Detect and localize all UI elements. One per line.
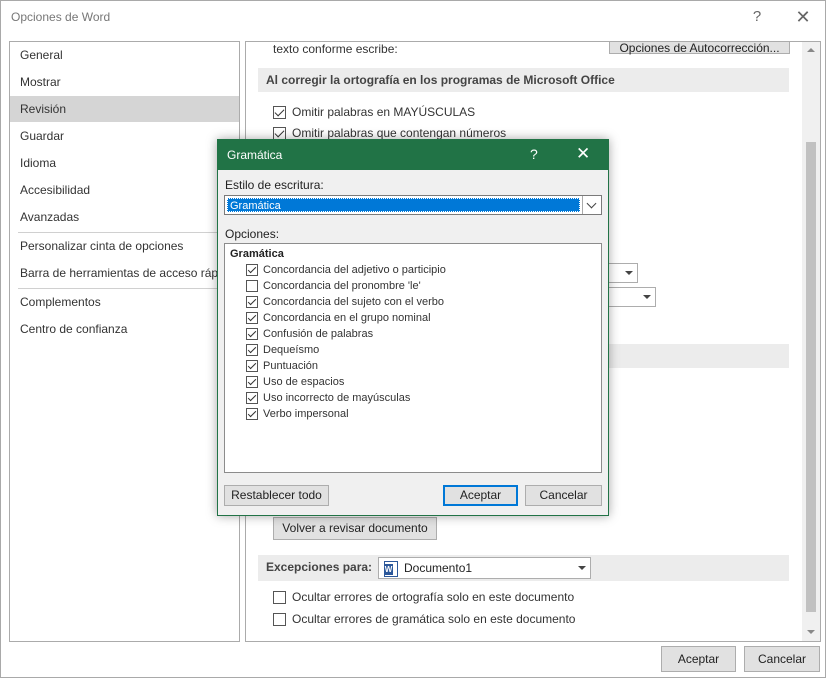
dialog-accept-button[interactable]: Aceptar	[443, 485, 518, 506]
option-hide-spelling-errors[interactable]: Ocultar errores de ortografía solo en es…	[273, 589, 574, 605]
obscured-section-header	[586, 344, 789, 368]
window-title: Opciones de Word	[11, 10, 111, 24]
option-label: Uso incorrecto de mayúsculas	[263, 392, 411, 404]
grammar-option[interactable]: Confusión de palabras	[246, 327, 373, 341]
grammar-option[interactable]: Concordancia del adjetivo o participio	[246, 263, 446, 277]
title-bar: Opciones de Word ? ✕	[1, 1, 825, 33]
help-icon[interactable]: ?	[530, 146, 538, 162]
grammar-option[interactable]: Concordancia del pronombre 'le'	[246, 279, 421, 293]
grammar-option[interactable]: Concordancia del sujeto con el verbo	[246, 295, 444, 309]
help-icon[interactable]: ?	[742, 5, 772, 29]
checkbox[interactable]	[246, 264, 258, 276]
checkbox[interactable]	[273, 126, 286, 140]
nav-item-proofing[interactable]: Revisión	[10, 96, 239, 122]
checkbox[interactable]	[246, 344, 258, 356]
scroll-down-icon[interactable]	[802, 624, 820, 641]
cancel-button[interactable]: Cancelar	[744, 646, 820, 672]
checkbox[interactable]	[273, 590, 286, 604]
options-label: Opciones:	[225, 227, 280, 241]
option-label: Ocultar errores de gramática solo en est…	[292, 612, 576, 626]
options-nav: General Mostrar Revisión Guardar Idioma …	[9, 41, 240, 642]
chevron-down-icon[interactable]	[582, 196, 601, 214]
autocorrect-options-button[interactable]: Opciones de Autocorrección...	[609, 42, 790, 55]
exceptions-document-select[interactable]: Documento1	[378, 557, 591, 579]
option-label: Concordancia del adjetivo o participio	[263, 264, 446, 276]
option-label: Dequeísmo	[263, 344, 320, 356]
nav-item-customize-ribbon[interactable]: Personalizar cinta de opciones	[10, 233, 239, 259]
grammar-dialog-title: Gramática	[227, 148, 283, 162]
option-label: Omitir palabras en MAYÚSCULAS	[292, 105, 476, 119]
exceptions-label: Excepciones para:	[266, 560, 373, 574]
section-spelling-header: Al corregir la ortografía en los program…	[258, 68, 789, 92]
grammar-option[interactable]: Concordancia en el grupo nominal	[246, 311, 431, 325]
checkbox[interactable]	[246, 280, 258, 292]
option-label: Concordancia en el grupo nominal	[263, 312, 431, 324]
nav-item-display[interactable]: Mostrar	[10, 69, 239, 95]
nav-item-advanced[interactable]: Avanzadas	[10, 204, 239, 230]
recheck-document-button[interactable]: Volver a revisar documento	[273, 517, 437, 540]
grammar-option[interactable]: Uso de espacios	[246, 375, 344, 389]
checkbox[interactable]	[246, 360, 258, 372]
writing-style-value: Gramática	[227, 198, 580, 212]
dialog-cancel-button[interactable]: Cancelar	[525, 485, 602, 506]
option-label: Ocultar errores de ortografía solo en es…	[292, 590, 575, 604]
close-icon[interactable]: ✕	[788, 5, 818, 29]
checkbox[interactable]	[273, 612, 286, 626]
nav-item-addins[interactable]: Complementos	[10, 289, 239, 315]
exceptions-document-value: Documento1	[404, 561, 473, 575]
grammar-dialog: Gramática ? ✕ Estilo de escritura: Gramá…	[217, 139, 609, 516]
scroll-up-icon[interactable]	[802, 42, 820, 59]
group-heading: Gramática	[230, 248, 284, 260]
option-label: Confusión de palabras	[263, 328, 374, 340]
checkbox[interactable]	[273, 105, 286, 119]
grammar-options-list: Gramática Concordancia del adjetivo o pa…	[224, 243, 602, 473]
checkbox[interactable]	[246, 312, 258, 324]
grammar-option[interactable]: Dequeísmo	[246, 343, 319, 357]
content-scrollbar[interactable]	[802, 42, 820, 641]
writing-style-select[interactable]: Gramática	[224, 195, 602, 215]
checkbox[interactable]	[246, 376, 258, 388]
word-document-icon	[384, 560, 398, 577]
option-label: Verbo impersonal	[263, 408, 349, 420]
option-ignore-uppercase[interactable]: Omitir palabras en MAYÚSCULAS	[273, 104, 475, 120]
checkbox[interactable]	[246, 328, 258, 340]
writing-style-label: Estilo de escritura:	[225, 178, 324, 192]
checkbox[interactable]	[246, 392, 258, 404]
option-label: Uso de espacios	[263, 376, 345, 388]
option-hide-grammar-errors[interactable]: Ocultar errores de gramática solo en est…	[273, 611, 575, 627]
accept-button[interactable]: Aceptar	[661, 646, 736, 672]
option-label: Concordancia del pronombre 'le'	[263, 280, 421, 292]
reset-all-button[interactable]: Restablecer todo	[224, 485, 329, 506]
checkbox[interactable]	[246, 296, 258, 308]
close-icon[interactable]: ✕	[576, 144, 590, 164]
nav-item-general[interactable]: General	[10, 42, 239, 68]
nav-item-quick-access-toolbar[interactable]: Barra de herramientas de acceso rápido	[10, 260, 239, 286]
scroll-thumb[interactable]	[806, 142, 816, 612]
nav-item-language[interactable]: Idioma	[10, 150, 239, 176]
nav-item-accessibility[interactable]: Accesibilidad	[10, 177, 239, 203]
nav-item-trust-center[interactable]: Centro de confianza	[10, 316, 239, 342]
option-label: Omitir palabras que contengan números	[292, 126, 507, 140]
option-label: Concordancia del sujeto con el verbo	[263, 296, 445, 308]
grammar-option[interactable]: Puntuación	[246, 359, 318, 373]
grammar-option[interactable]: Uso incorrecto de mayúsculas	[246, 391, 410, 405]
autocorrect-description: texto conforme escribe:	[273, 42, 398, 56]
nav-item-save[interactable]: Guardar	[10, 123, 239, 149]
grammar-option[interactable]: Verbo impersonal	[246, 407, 349, 421]
option-label: Puntuación	[263, 360, 319, 372]
checkbox[interactable]	[246, 408, 258, 420]
grammar-dialog-title-bar: Gramática ? ✕	[218, 140, 608, 170]
